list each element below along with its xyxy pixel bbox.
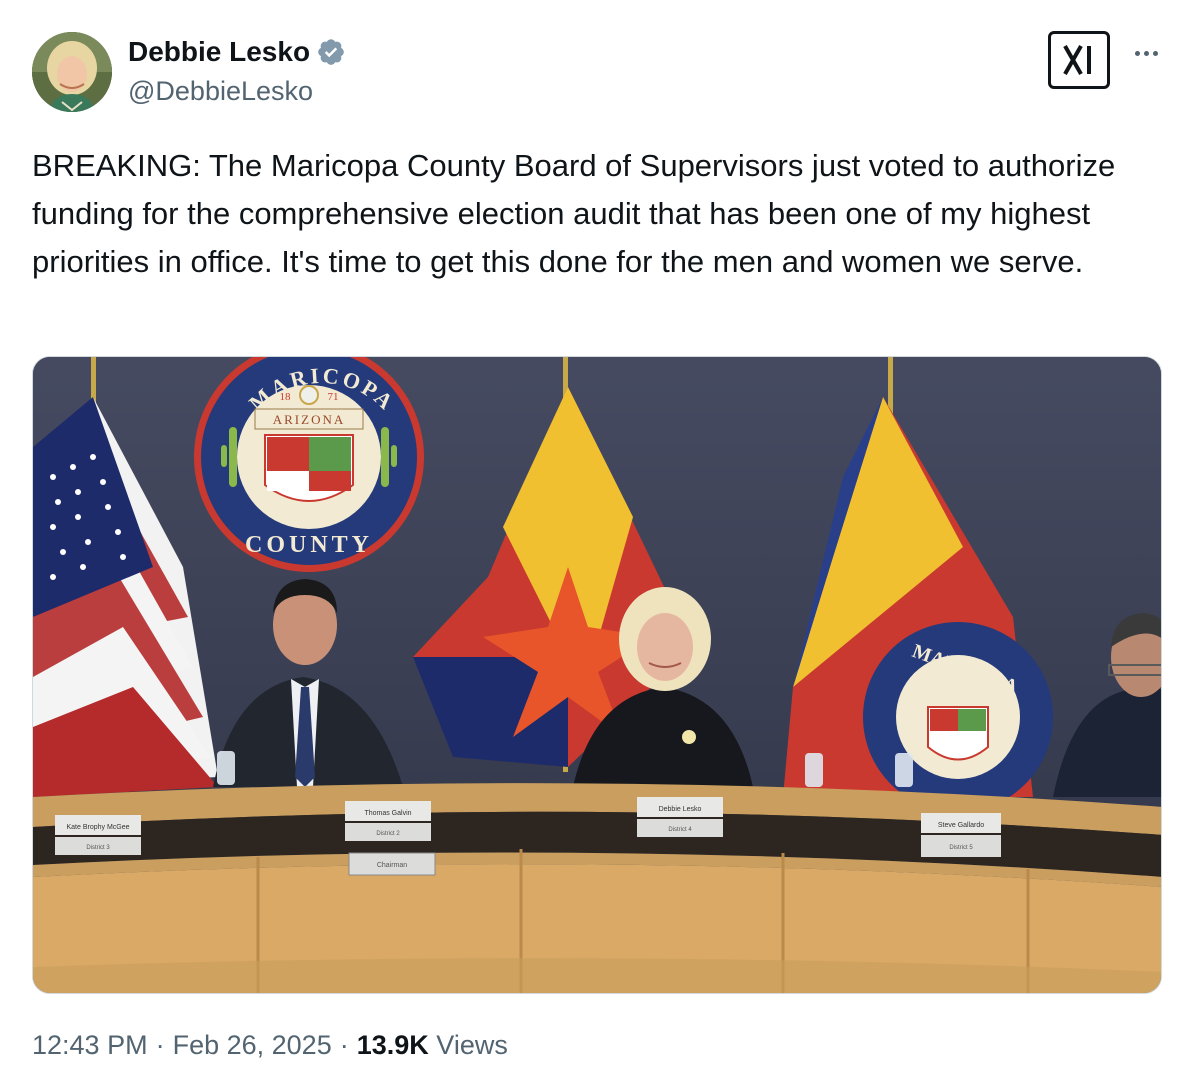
views[interactable]: 13.9K Views — [357, 1030, 508, 1061]
tweet-meta: 12:43 PM · Feb 26, 2025 · 13.9K Views — [32, 1030, 508, 1061]
meta-separator: · — [339, 1030, 349, 1060]
svg-text:District 5: District 5 — [949, 845, 973, 851]
tweet-text: BREAKING: The Maricopa County Board of S… — [32, 148, 1124, 279]
svg-text:Kate Brophy McGee: Kate Brophy McGee — [66, 824, 129, 831]
svg-text:Chairman: Chairman — [377, 862, 407, 869]
board-meeting-photo: MARICOPA COUNTY ARIZONA 18 71 MARICOPA K… — [33, 357, 1161, 993]
svg-text:71: 71 — [328, 391, 339, 403]
profile-photo-icon — [32, 32, 112, 112]
svg-text:18: 18 — [280, 391, 292, 403]
author-display-name[interactable]: Debbie Lesko — [128, 36, 310, 68]
views-label: Views — [436, 1030, 508, 1060]
tweet-card: Debbie Lesko @DebbieLesko BREAKING: The … — [0, 0, 1188, 1084]
svg-text:Thomas Galvin: Thomas Galvin — [364, 810, 411, 817]
author-handle[interactable]: @DebbieLesko — [128, 76, 313, 107]
grok-button[interactable] — [1048, 31, 1110, 89]
svg-text:ARIZONA: ARIZONA — [273, 412, 346, 427]
meta-separator: · — [155, 1030, 165, 1060]
svg-text:Debbie Lesko: Debbie Lesko — [659, 806, 702, 813]
nameplate-galvin: Thomas Galvin District 2 Chairman — [345, 801, 436, 876]
svg-text:District 3: District 3 — [86, 845, 110, 851]
more-options-button[interactable] — [1126, 38, 1166, 68]
grok-icon — [1063, 45, 1091, 75]
tweet-media-photo[interactable]: MARICOPA COUNTY ARIZONA 18 71 MARICOPA K… — [32, 356, 1162, 994]
svg-text:District 2: District 2 — [376, 831, 400, 837]
verified-badge-icon[interactable] — [316, 37, 346, 67]
svg-text:COUNTY: COUNTY — [245, 532, 373, 558]
svg-text:District 4: District 4 — [668, 827, 692, 833]
svg-text:Steve Gallardo: Steve Gallardo — [938, 822, 984, 829]
views-count: 13.9K — [356, 1030, 429, 1060]
nameplate-gallardo: Steve Gallardo District 5 — [921, 813, 1001, 857]
nameplate-brophy-mcgee: Kate Brophy McGee District 3 — [55, 815, 141, 855]
more-dots-icon — [1134, 50, 1140, 56]
tweet-time[interactable]: 12:43 PM — [32, 1030, 148, 1061]
avatar[interactable] — [32, 32, 112, 112]
author-name-row[interactable]: Debbie Lesko — [128, 36, 346, 68]
tweet-date[interactable]: Feb 26, 2025 — [173, 1030, 332, 1061]
nameplate-lesko: Debbie Lesko District 4 — [637, 797, 723, 837]
